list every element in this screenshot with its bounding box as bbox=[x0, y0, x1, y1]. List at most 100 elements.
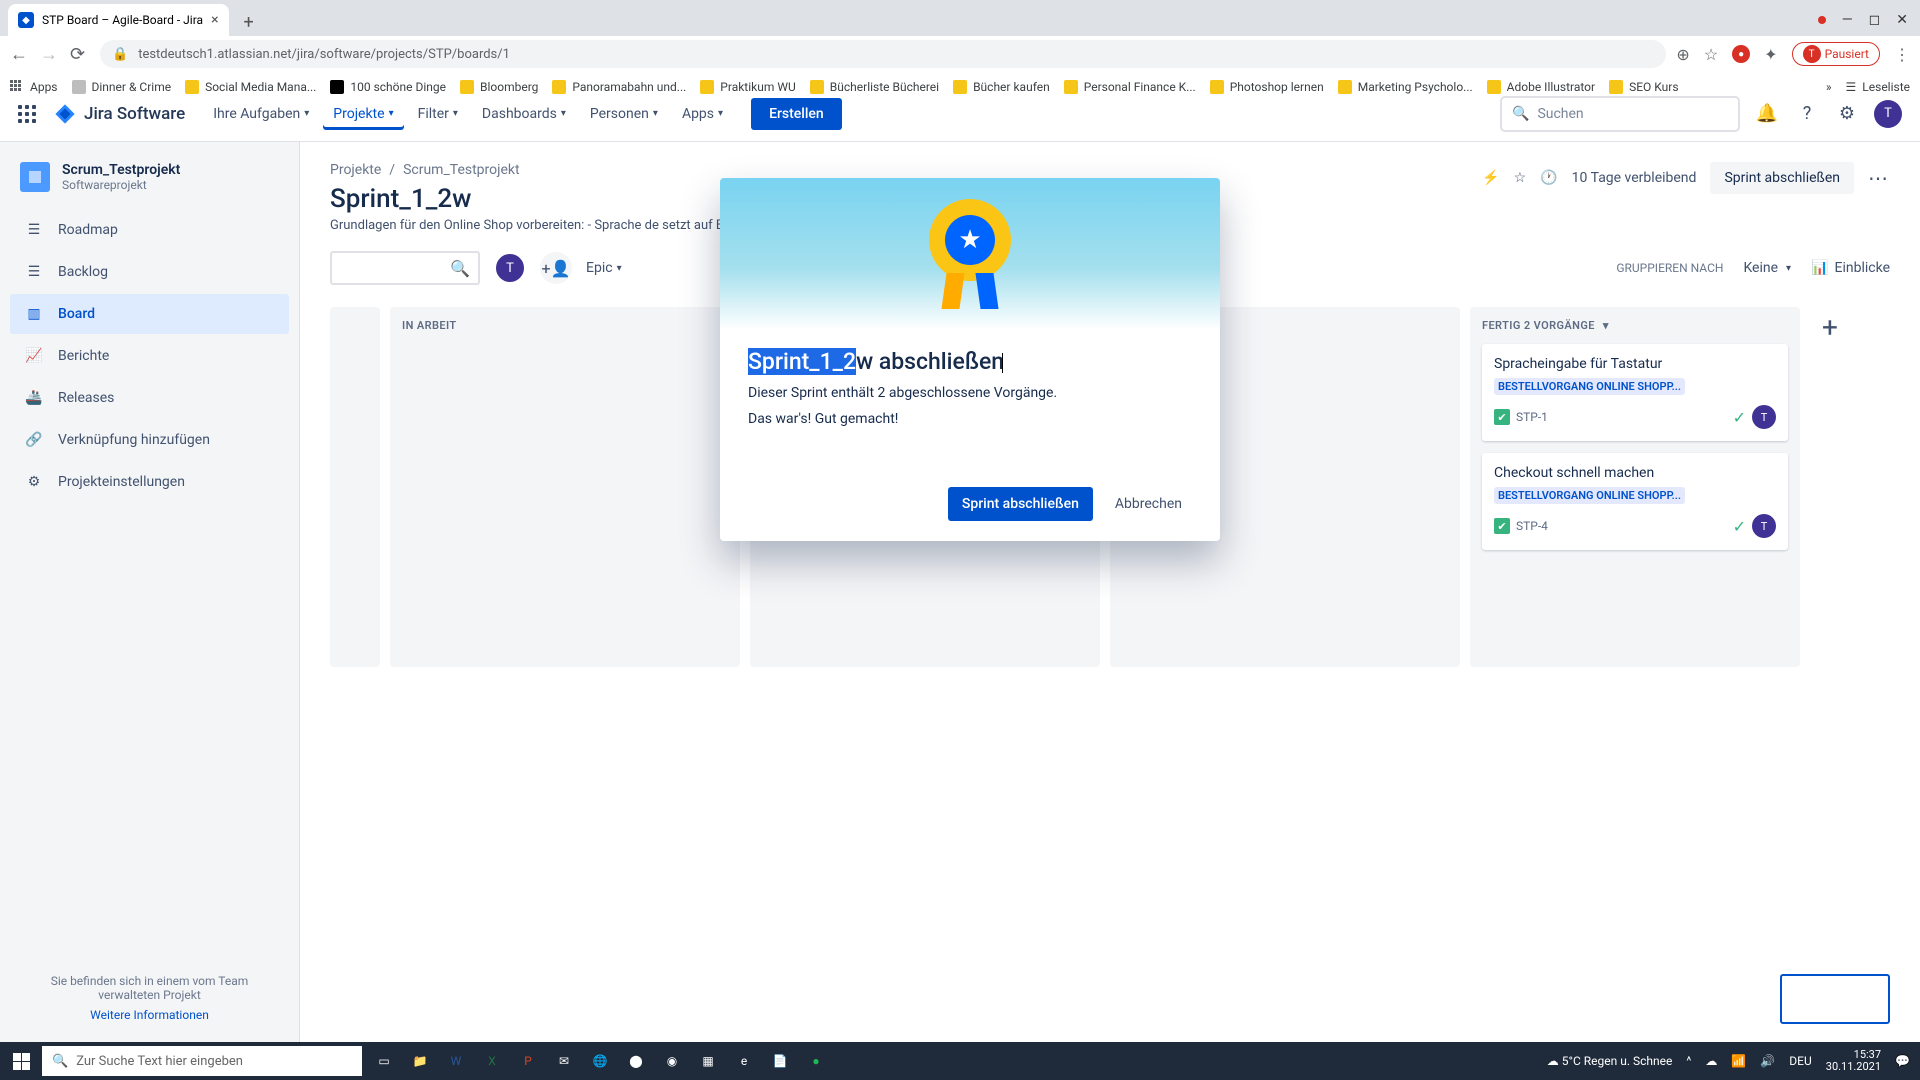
edge-icon[interactable]: e bbox=[728, 1046, 760, 1076]
card-epic[interactable]: BESTELLVORGANG ONLINE SHOPP... bbox=[1494, 378, 1685, 395]
bookmark-item[interactable]: Adobe Illustrator bbox=[1487, 80, 1595, 94]
star-icon[interactable]: ☆ bbox=[1514, 170, 1527, 186]
footer-link[interactable]: Weitere Informationen bbox=[26, 1008, 273, 1022]
bookmark-apps[interactable]: Apps bbox=[10, 80, 58, 94]
minimize-icon[interactable]: — bbox=[1842, 12, 1853, 28]
menu-icon[interactable]: ⋮ bbox=[1894, 45, 1910, 64]
bolt-icon[interactable]: ⚡ bbox=[1482, 170, 1499, 186]
browser-tab[interactable]: ◆ STP Board – Agile-Board - Jira × bbox=[8, 4, 229, 36]
explorer-icon[interactable]: 📁 bbox=[404, 1046, 436, 1076]
app-icon[interactable]: ▦ bbox=[692, 1046, 724, 1076]
jira-logo[interactable]: Jira Software bbox=[54, 103, 185, 125]
obs-icon[interactable]: ⬤ bbox=[620, 1046, 652, 1076]
bookmark-item[interactable]: 100 schöne Dinge bbox=[330, 80, 446, 94]
new-tab-button[interactable]: + bbox=[235, 8, 263, 36]
issue-key[interactable]: STP-4 bbox=[1516, 519, 1548, 533]
zoom-icon[interactable]: ⊕ bbox=[1676, 45, 1689, 64]
taskview-icon[interactable]: ▭ bbox=[368, 1046, 400, 1076]
bookmark-item[interactable]: Personal Finance K... bbox=[1064, 80, 1196, 94]
url-field[interactable]: 🔒 testdeutsch1.atlassian.net/jira/softwa… bbox=[100, 40, 1666, 68]
mail-icon[interactable]: ✉ bbox=[548, 1046, 580, 1076]
sidebar-item-settings[interactable]: ⚙Projekteinstellungen bbox=[10, 462, 289, 502]
volume-icon[interactable]: 🔊 bbox=[1760, 1054, 1775, 1068]
assignee-avatar[interactable]: T bbox=[1752, 514, 1776, 538]
modal-cancel-button[interactable]: Abbrechen bbox=[1101, 487, 1196, 521]
onedrive-icon[interactable]: ☁ bbox=[1705, 1054, 1717, 1068]
bookmark-item[interactable]: Bloomberg bbox=[460, 80, 538, 94]
profile-avatar[interactable]: T bbox=[1874, 100, 1902, 128]
bookmark-item[interactable]: Praktikum WU bbox=[700, 80, 795, 94]
add-column-button[interactable]: + bbox=[1810, 307, 1850, 667]
bookmark-item[interactable]: Marketing Psycholo... bbox=[1338, 80, 1473, 94]
word-icon[interactable]: W bbox=[440, 1046, 472, 1076]
insights-button[interactable]: 📊Einblicke bbox=[1811, 260, 1890, 276]
assignee-avatar[interactable]: T bbox=[1752, 405, 1776, 429]
notifications-icon[interactable]: 💬 bbox=[1895, 1054, 1910, 1068]
nav-apps[interactable]: Apps▾ bbox=[672, 98, 733, 130]
create-button[interactable]: Erstellen bbox=[751, 98, 842, 130]
sidebar-item-roadmap[interactable]: ☰Roadmap bbox=[10, 210, 289, 250]
excel-icon[interactable]: X bbox=[476, 1046, 508, 1076]
bookmark-item[interactable]: Dinner & Crime bbox=[72, 80, 172, 94]
crumb-projects[interactable]: Projekte bbox=[330, 162, 381, 178]
powerpoint-icon[interactable]: P bbox=[512, 1046, 544, 1076]
modal-confirm-button[interactable]: Sprint abschließen bbox=[948, 487, 1093, 521]
nav-filters[interactable]: Filter▾ bbox=[408, 98, 468, 130]
back-icon[interactable]: ← bbox=[10, 44, 30, 65]
bookmark-readlist[interactable]: ☰Leseliste bbox=[1846, 80, 1910, 94]
bookmark-item[interactable]: SEO Kurs bbox=[1609, 80, 1678, 94]
extensions-icon[interactable]: ✦ bbox=[1764, 45, 1777, 64]
close-sprint-button[interactable]: Sprint abschließen bbox=[1710, 162, 1854, 194]
mini-preview[interactable] bbox=[1780, 974, 1890, 1024]
epic-dropdown[interactable]: Epic▾ bbox=[586, 260, 622, 276]
bookmark-overflow[interactable]: » bbox=[1826, 80, 1832, 94]
bookmark-item[interactable]: Bücherliste Bücherei bbox=[810, 80, 939, 94]
reload-icon[interactable]: ⟳ bbox=[70, 44, 90, 65]
more-icon[interactable]: ⋯ bbox=[1868, 166, 1890, 190]
search-input[interactable]: 🔍 Suchen bbox=[1500, 96, 1740, 132]
chevron-down-icon[interactable]: ▾ bbox=[1603, 319, 1609, 332]
app-icon[interactable]: ◉ bbox=[656, 1046, 688, 1076]
bookmark-item[interactable]: Bücher kaufen bbox=[953, 80, 1050, 94]
forward-icon[interactable]: → bbox=[40, 44, 60, 65]
taskbar-search[interactable]: 🔍Zur Suche Text hier eingeben bbox=[42, 1046, 362, 1076]
sidebar-item-link[interactable]: 🔗Verknüpfung hinzufügen bbox=[10, 420, 289, 460]
card-epic[interactable]: BESTELLVORGANG ONLINE SHOPP... bbox=[1494, 487, 1685, 504]
bookmark-item[interactable]: Social Media Mana... bbox=[185, 80, 316, 94]
assignee-avatar[interactable]: T bbox=[494, 252, 526, 284]
sidebar-item-reports[interactable]: 📈Berichte bbox=[10, 336, 289, 376]
nav-people[interactable]: Personen▾ bbox=[580, 98, 668, 130]
ext-icon[interactable]: ● bbox=[1732, 45, 1750, 63]
maximize-icon[interactable]: ◻ bbox=[1869, 12, 1881, 28]
notifications-icon[interactable]: 🔔 bbox=[1754, 101, 1780, 127]
app-switcher-icon[interactable] bbox=[18, 105, 36, 123]
settings-icon[interactable]: ⚙ bbox=[1834, 101, 1860, 127]
weather-widget[interactable]: ☁ 5°C Regen u. Schnee bbox=[1547, 1054, 1673, 1068]
crumb-project[interactable]: Scrum_Testprojekt bbox=[403, 162, 520, 178]
sidebar-item-releases[interactable]: 🚢Releases bbox=[10, 378, 289, 418]
notepad-icon[interactable]: 📄 bbox=[764, 1046, 796, 1076]
issue-key[interactable]: STP-1 bbox=[1516, 410, 1548, 424]
board-search-input[interactable]: 🔍 bbox=[330, 251, 480, 285]
language-indicator[interactable]: DEU bbox=[1789, 1054, 1811, 1068]
issue-card[interactable]: Checkout schnell machen BESTELLVORGANG O… bbox=[1482, 453, 1788, 550]
nav-your-work[interactable]: Ihre Aufgaben▾ bbox=[203, 98, 319, 130]
tray-chevron-icon[interactable]: ^ bbox=[1686, 1054, 1691, 1068]
close-window-icon[interactable]: ✕ bbox=[1896, 12, 1908, 28]
star-icon[interactable]: ☆ bbox=[1704, 45, 1718, 64]
wifi-icon[interactable]: 📶 bbox=[1731, 1054, 1746, 1068]
project-header[interactable]: Scrum_Testprojekt Softwareprojekt bbox=[10, 162, 289, 210]
help-icon[interactable]: ? bbox=[1794, 101, 1820, 127]
group-by-dropdown[interactable]: Keine▾ bbox=[1743, 260, 1791, 276]
bookmark-item[interactable]: Panoramabahn und... bbox=[552, 80, 686, 94]
start-button[interactable] bbox=[0, 1053, 42, 1070]
nav-dashboards[interactable]: Dashboards▾ bbox=[472, 98, 576, 130]
nav-projects[interactable]: Projekte▾ bbox=[323, 98, 403, 130]
chrome-icon[interactable]: 🌐 bbox=[584, 1046, 616, 1076]
add-people-button[interactable]: +👤 bbox=[540, 252, 572, 284]
clock[interactable]: 15:37 30.11.2021 bbox=[1826, 1049, 1881, 1073]
close-icon[interactable]: × bbox=[211, 12, 218, 28]
issue-card[interactable]: Spracheingabe für Tastatur BESTELLVORGAN… bbox=[1482, 344, 1788, 441]
bookmark-item[interactable]: Photoshop lernen bbox=[1210, 80, 1324, 94]
sidebar-item-board[interactable]: ▥Board bbox=[10, 294, 289, 334]
